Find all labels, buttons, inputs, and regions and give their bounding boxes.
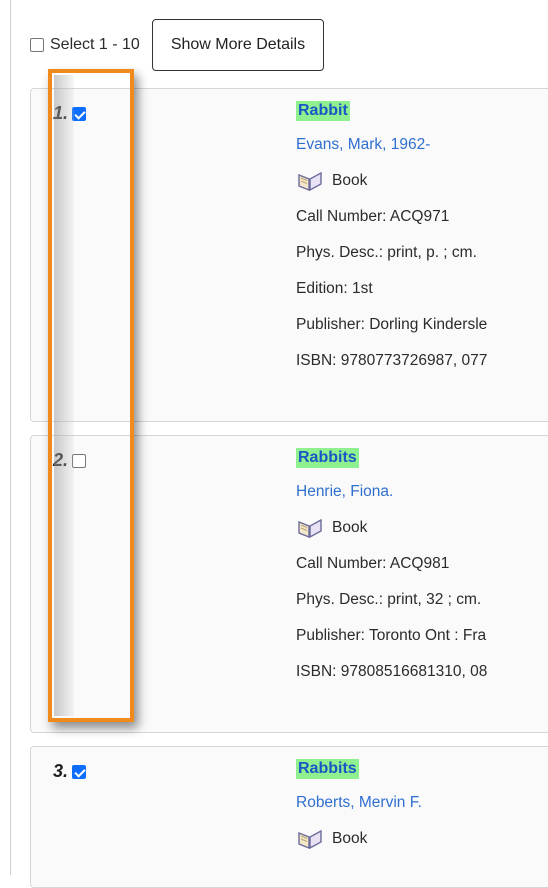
result-title-link[interactable]: Rabbits bbox=[296, 759, 359, 779]
select-all-control[interactable]: Select 1 - 10 bbox=[30, 36, 140, 54]
publisher: Publisher: Dorling Kindersle bbox=[296, 316, 488, 333]
open-book-icon bbox=[298, 171, 322, 192]
phys-desc: Phys. Desc.: print, 32 ; cm. bbox=[296, 591, 482, 608]
result-details: Rabbit Evans, Mark, 1962- Book Call Numb… bbox=[296, 99, 548, 373]
result-author-link[interactable]: Evans, Mark, 1962- bbox=[296, 133, 548, 157]
call-number: Call Number: ACQ981 bbox=[296, 555, 450, 572]
result-number: 3. bbox=[53, 761, 87, 782]
result-details: Rabbits Roberts, Mervin F. Book bbox=[296, 757, 548, 851]
call-number: Call Number: ACQ971 bbox=[296, 208, 450, 225]
results-toolbar: Select 1 - 10 Show More Details bbox=[30, 18, 325, 72]
isbn: ISBN: 97808516681310, 08 bbox=[296, 663, 488, 680]
open-book-icon bbox=[298, 518, 322, 539]
isbn: ISBN: 9780773726987, 077 bbox=[296, 352, 488, 369]
checkbox-column-highlight bbox=[48, 69, 134, 722]
result-details: Rabbits Henrie, Fiona. Book Call Number:… bbox=[296, 446, 548, 684]
result-index: 3. bbox=[53, 761, 69, 781]
edition: Edition: 1st bbox=[296, 280, 373, 297]
publisher: Publisher: Toronto Ont : Fra bbox=[296, 627, 487, 644]
open-book-icon bbox=[298, 829, 322, 850]
result-title-link[interactable]: Rabbits bbox=[296, 448, 359, 468]
phys-desc: Phys. Desc.: print, p. ; cm. bbox=[296, 244, 477, 261]
show-more-details-button[interactable]: Show More Details bbox=[151, 19, 325, 71]
select-all-label: Select 1 - 10 bbox=[50, 36, 140, 53]
select-all-checkbox[interactable] bbox=[30, 38, 44, 52]
format-label: Book bbox=[332, 830, 368, 847]
result-author-link[interactable]: Roberts, Mervin F. bbox=[296, 791, 548, 815]
result-card-3: 3. Rabbits Roberts, Mervin F. Book bbox=[30, 746, 548, 888]
format-label: Book bbox=[332, 172, 368, 189]
result-author-link[interactable]: Henrie, Fiona. bbox=[296, 480, 548, 504]
result-format: Book bbox=[296, 169, 548, 193]
result-format: Book bbox=[296, 516, 548, 540]
result-title-link[interactable]: Rabbit bbox=[296, 101, 350, 121]
result-checkbox[interactable] bbox=[72, 764, 87, 779]
format-label: Book bbox=[332, 519, 368, 536]
result-format: Book bbox=[296, 827, 548, 851]
